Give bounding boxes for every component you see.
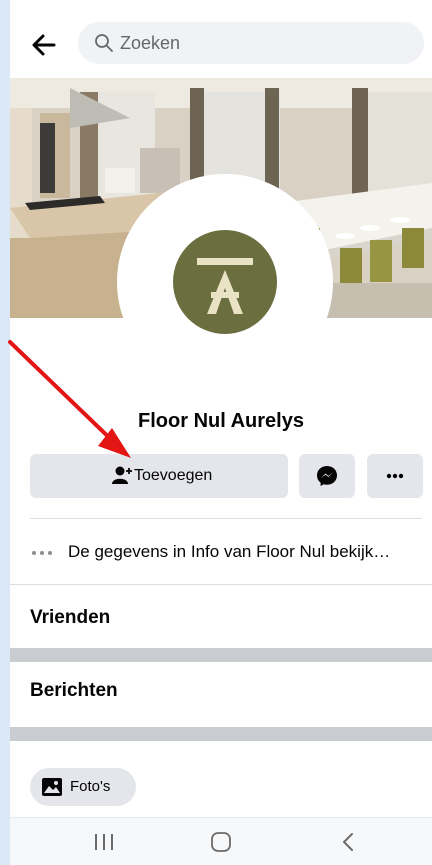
messenger-button[interactable]	[299, 454, 355, 498]
top-bar: Zoeken	[10, 0, 432, 78]
dots-icon	[32, 551, 52, 555]
profile-name: Floor Nul Aurelys	[138, 410, 304, 432]
profile-logo	[173, 230, 277, 334]
add-friend-label: Toevoegen	[134, 467, 213, 484]
posts-section-title[interactable]: Berichten	[30, 680, 118, 702]
add-friend-button[interactable]: Toevoegen	[30, 454, 288, 498]
about-info-row[interactable]: De gegevens in Info van Floor Nul bekijk…	[10, 540, 432, 566]
search-placeholder: Zoeken	[120, 33, 181, 53]
nav-back-icon[interactable]	[340, 831, 356, 853]
photos-label: Foto's	[70, 778, 111, 795]
separator	[10, 584, 432, 585]
messenger-icon	[317, 466, 337, 486]
divider	[30, 518, 422, 519]
back-arrow-icon[interactable]	[28, 30, 58, 60]
system-navigation-bar	[10, 817, 432, 865]
more-icon	[386, 473, 404, 479]
photo-icon	[42, 778, 62, 796]
search-icon	[95, 34, 113, 52]
section-separator	[10, 648, 432, 662]
add-person-icon	[112, 466, 132, 484]
section-separator	[10, 727, 432, 741]
photos-button[interactable]: Foto's	[30, 768, 136, 806]
more-button[interactable]	[367, 454, 423, 498]
profile-screen: Zoeken Floor Nul Aurelys Toevoegen De ge…	[10, 0, 432, 865]
recent-apps-icon[interactable]	[92, 832, 116, 852]
search-bar[interactable]: Zoeken	[78, 22, 424, 64]
home-icon[interactable]	[210, 831, 232, 853]
friends-section-title[interactable]: Vrienden	[30, 607, 110, 629]
about-info-text: De gegevens in Info van Floor Nul bekijk…	[68, 542, 391, 561]
avatar[interactable]	[117, 174, 333, 390]
